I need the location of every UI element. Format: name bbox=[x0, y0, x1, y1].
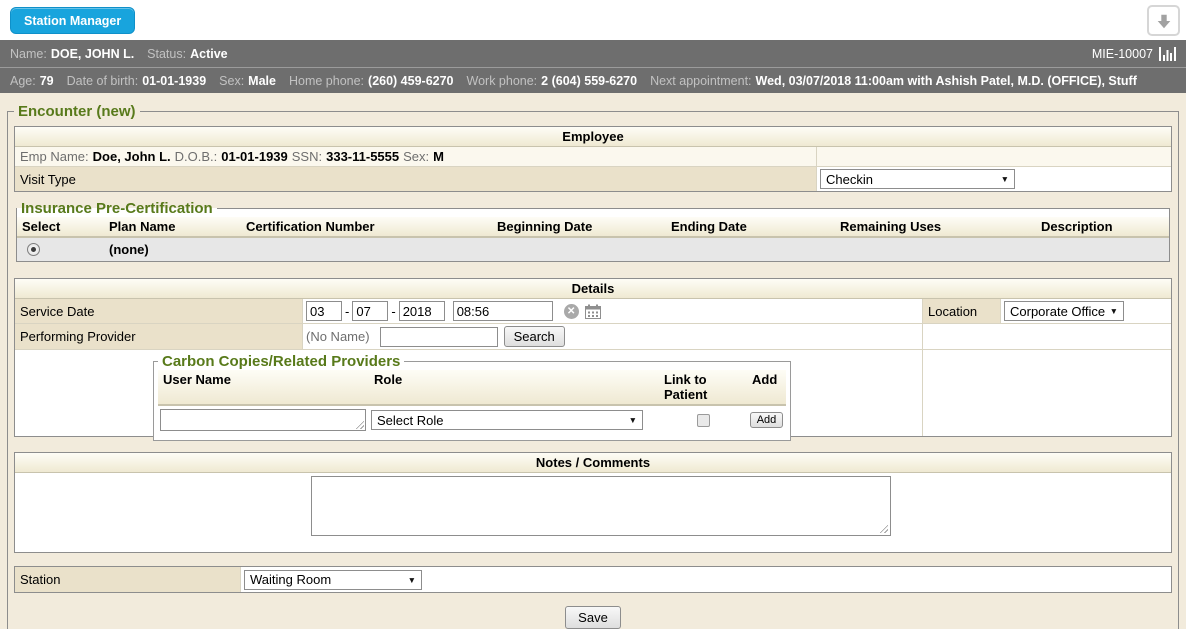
details-table: Details Service Date - - ✕ bbox=[14, 278, 1172, 437]
emp-sex-value: M bbox=[433, 149, 444, 164]
insurance-plan-name: (none) bbox=[104, 238, 1169, 261]
carbon-copies-row: Carbon Copies/Related Providers User Nam… bbox=[15, 350, 1171, 436]
bar-chart-icon[interactable] bbox=[1159, 47, 1176, 61]
emp-dob-label: D.O.B.: bbox=[175, 149, 218, 164]
role-value: Select Role bbox=[377, 413, 443, 428]
carbon-copies-section: Carbon Copies/Related Providers User Nam… bbox=[153, 353, 791, 441]
collapse-button[interactable] bbox=[1147, 5, 1180, 36]
next-appointment-value: Wed, 03/07/2018 11:00am with Ashish Pate… bbox=[756, 74, 1137, 88]
emp-sex-label: Sex: bbox=[403, 149, 429, 164]
visit-type-value: Checkin bbox=[826, 172, 873, 187]
age-label: Age: bbox=[10, 74, 36, 88]
patient-demographics-bar: Age: 79 Date of birth: 01-01-1939 Sex: M… bbox=[0, 67, 1186, 93]
notes-table: Notes / Comments bbox=[14, 452, 1172, 553]
insurance-precert-section: Insurance Pre-Certification Select Plan … bbox=[16, 200, 1170, 262]
save-button[interactable]: Save bbox=[565, 606, 621, 629]
encounter-legend: Encounter (new) bbox=[14, 103, 140, 120]
service-date-month-input[interactable] bbox=[306, 301, 342, 321]
emp-ssn-label: SSN: bbox=[292, 149, 322, 164]
performing-provider-name: (No Name) bbox=[306, 329, 370, 344]
link-to-patient-checkbox[interactable] bbox=[697, 414, 710, 427]
col-beginning-date: Beginning Date bbox=[492, 217, 666, 237]
encounter-section: Encounter (new) Employee Emp Name: Doe, … bbox=[7, 103, 1179, 629]
col-description: Description bbox=[1036, 217, 1169, 237]
down-arrow-icon bbox=[1155, 12, 1173, 30]
service-date-year-input[interactable] bbox=[399, 301, 445, 321]
employee-info-row: Emp Name: Doe, John L. D.O.B.: 01-01-193… bbox=[15, 147, 1171, 167]
service-time-input[interactable] bbox=[453, 301, 553, 321]
col-add: Add bbox=[747, 370, 786, 405]
work-phone-label: Work phone: bbox=[467, 74, 538, 88]
patient-name: DOE, JOHN L. bbox=[51, 47, 134, 61]
age-value: 79 bbox=[40, 74, 54, 88]
next-appointment-label: Next appointment: bbox=[650, 74, 751, 88]
col-cert-number: Certification Number bbox=[241, 217, 492, 237]
station-label: Station bbox=[20, 572, 60, 587]
visit-type-label: Visit Type bbox=[20, 172, 76, 187]
date-separator2: - bbox=[391, 304, 395, 319]
performing-provider-row: Performing Provider (No Name) Search bbox=[15, 324, 1171, 350]
carbon-copies-legend: Carbon Copies/Related Providers bbox=[158, 353, 404, 370]
clear-date-icon[interactable]: ✕ bbox=[564, 304, 579, 319]
details-header: Details bbox=[15, 279, 1171, 299]
station-select[interactable]: Waiting Room bbox=[244, 570, 422, 590]
top-bar: Station Manager bbox=[0, 0, 1186, 40]
station-value: Waiting Room bbox=[250, 572, 331, 587]
insurance-row-none: (none) bbox=[17, 238, 1169, 261]
dob-value: 01-01-1939 bbox=[142, 74, 206, 88]
location-label: Location bbox=[928, 304, 977, 319]
emp-name-value: Doe, John L. bbox=[93, 149, 171, 164]
visit-type-row: Visit Type Checkin bbox=[15, 167, 1171, 191]
performing-provider-input[interactable] bbox=[380, 327, 498, 347]
add-button[interactable]: Add bbox=[750, 412, 784, 428]
station-manager-tab[interactable]: Station Manager bbox=[10, 7, 135, 34]
notes-header: Notes / Comments bbox=[15, 453, 1171, 473]
name-label: Name: bbox=[10, 47, 47, 61]
sex-label: Sex: bbox=[219, 74, 244, 88]
user-name-input[interactable] bbox=[160, 409, 366, 431]
emp-dob-value: 01-01-1939 bbox=[221, 149, 288, 164]
service-date-row: Service Date - - ✕ bbox=[15, 299, 1171, 324]
home-phone-label: Home phone: bbox=[289, 74, 364, 88]
role-select[interactable]: Select Role bbox=[371, 410, 643, 430]
col-link-to-patient: Link to Patient bbox=[659, 370, 747, 405]
emp-name-label: Emp Name: bbox=[20, 149, 89, 164]
station-table: Station Waiting Room bbox=[14, 566, 1172, 593]
col-role: Role bbox=[369, 370, 659, 405]
date-separator: - bbox=[345, 304, 349, 319]
notes-row bbox=[15, 473, 1171, 552]
emp-ssn-value: 333-11-5555 bbox=[326, 149, 399, 164]
employee-header: Employee bbox=[15, 127, 1171, 147]
visit-type-select[interactable]: Checkin bbox=[820, 169, 1015, 189]
col-user-name: User Name bbox=[158, 370, 369, 405]
location-value: Corporate Office bbox=[1010, 304, 1105, 319]
search-button[interactable]: Search bbox=[504, 326, 565, 347]
location-select[interactable]: Corporate Office bbox=[1004, 301, 1124, 321]
status-label: Status: bbox=[147, 47, 186, 61]
service-date-day-input[interactable] bbox=[352, 301, 388, 321]
col-remaining-uses: Remaining Uses bbox=[835, 217, 1036, 237]
home-phone-value: (260) 459-6270 bbox=[368, 74, 453, 88]
patient-id: MIE-10007 bbox=[1092, 47, 1153, 61]
service-date-label: Service Date bbox=[20, 304, 94, 319]
dob-label: Date of birth: bbox=[67, 74, 139, 88]
insurance-table: Select Plan Name Certification Number Be… bbox=[17, 217, 1169, 261]
col-select: Select bbox=[17, 217, 104, 237]
work-phone-value: 2 (604) 559-6270 bbox=[541, 74, 637, 88]
main-content: Encounter (new) Employee Emp Name: Doe, … bbox=[0, 93, 1186, 611]
notes-textarea[interactable] bbox=[311, 476, 891, 536]
patient-header-bar: Name: DOE, JOHN L. Status: Active MIE-10… bbox=[0, 40, 1186, 67]
save-row: Save bbox=[14, 606, 1172, 629]
col-ending-date: Ending Date bbox=[666, 217, 835, 237]
performing-provider-label: Performing Provider bbox=[20, 329, 136, 344]
col-plan-name: Plan Name bbox=[104, 217, 241, 237]
calendar-icon[interactable] bbox=[585, 304, 601, 319]
carbon-copies-table: User Name Role Link to Patient Add bbox=[158, 370, 786, 434]
employee-table: Employee Emp Name: Doe, John L. D.O.B.: … bbox=[14, 126, 1172, 192]
sex-value: Male bbox=[248, 74, 276, 88]
insurance-select-radio[interactable] bbox=[27, 243, 40, 256]
insurance-precert-legend: Insurance Pre-Certification bbox=[17, 200, 217, 217]
patient-status: Active bbox=[190, 47, 228, 61]
